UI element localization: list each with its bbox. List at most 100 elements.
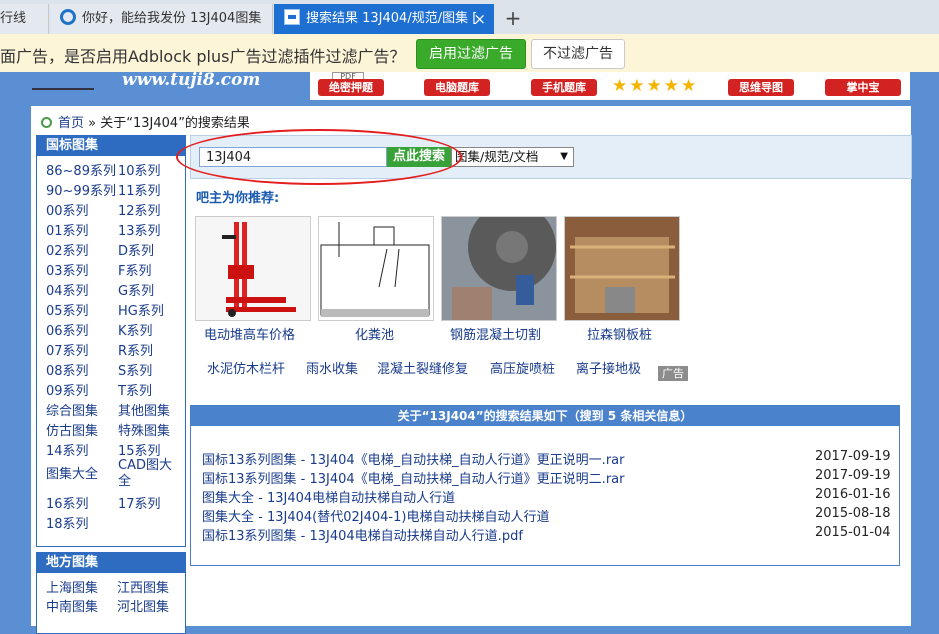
recommend-title: 吧主为你推荐: (196, 191, 280, 206)
browser-tab-bar: 行线 你好，能给我发份 13J404图集 搜索结果 13J404/规范/图集 [… (0, 0, 939, 35)
sidebar-item[interactable]: 16系列 (46, 497, 89, 513)
sidebar-item[interactable]: 图集大全 (46, 467, 98, 483)
sidebar-item[interactable]: 02系列 (46, 244, 89, 260)
sidebar-item[interactable]: 其他图集 (118, 404, 170, 420)
tab-1-label: 行线 (0, 11, 27, 26)
sidebar-item[interactable]: CAD图大全 (118, 458, 176, 490)
result-date: 2017-09-19 (815, 468, 891, 483)
site-url: www.tuji8.com (122, 70, 261, 90)
breadcrumb-home[interactable]: 首页 (58, 116, 84, 131)
skip-adblock-button[interactable]: 不过滤广告 (531, 39, 625, 69)
sidebar-item[interactable]: 18系列 (46, 517, 89, 533)
sidebar-item[interactable]: S系列 (118, 364, 152, 380)
sidebar-local-item[interactable]: 江西图集 (117, 581, 169, 597)
forklift-image-icon (222, 222, 296, 317)
sidebar-item[interactable]: 06系列 (46, 324, 89, 340)
thumb-concrete-cut[interactable] (441, 216, 557, 321)
sidebar-item[interactable]: 00系列 (46, 204, 89, 220)
sidebar-item[interactable]: 07系列 (46, 344, 89, 360)
sidebar-item[interactable]: 10系列 (118, 164, 161, 180)
sidebar-local-title: 地方图集 (37, 553, 185, 573)
category-select-value: 图集/规范/文档 (455, 149, 539, 164)
sidebar-local-item[interactable]: 中南图集 (46, 600, 98, 616)
site-favicon-icon (284, 8, 300, 25)
sidebar-item[interactable]: HG系列 (118, 304, 164, 320)
thumb-forklift[interactable] (195, 216, 311, 321)
result-title-link[interactable]: 国标13系列图集 - 13J404电梯自动扶梯自动人行道.pdf (202, 525, 523, 544)
new-tab-button[interactable]: + (500, 4, 526, 32)
recommend-link-2[interactable]: 雨水收集 (306, 358, 358, 377)
result-date: 2017-09-19 (815, 449, 891, 464)
category-select[interactable]: 图集/规范/文档 ▼ (451, 147, 574, 167)
banner-item-1[interactable]: 绝密押题 (318, 79, 384, 96)
breadcrumb-separator: » (88, 116, 97, 131)
tab-3-label: 搜索结果 13J404/规范/图集 [ (306, 11, 478, 26)
close-tab-icon[interactable]: × (473, 4, 486, 34)
ad-banner[interactable]: PDF 绝密押题 电脑题库 手机题库 ★★★★★ 思维导图 掌中宝 (310, 72, 910, 100)
banner-item-3[interactable]: 手机题库 (531, 79, 597, 96)
banner-item-4[interactable]: 思维导图 (728, 79, 794, 96)
breadcrumb-bullet-icon (41, 117, 52, 128)
sidebar-item[interactable]: 14系列 (46, 444, 89, 460)
sidebar-item[interactable]: 17系列 (118, 497, 161, 513)
result-title-link[interactable]: 国标13系列图集 - 13J404《电梯_自动扶梯_自动人行道》更正说明二.ra… (202, 468, 624, 487)
card-caption-4[interactable]: 拉森钢板桩 (587, 324, 652, 343)
sidebar-item[interactable]: T系列 (118, 384, 152, 400)
sidebar-item[interactable]: 04系列 (46, 284, 89, 300)
result-title-link[interactable]: 图集大全 - 13J404电梯自动扶梯自动人行道 (202, 487, 455, 506)
ie-icon (60, 8, 76, 25)
banner-item-2[interactable]: 电脑题库 (424, 79, 490, 96)
tab-1[interactable]: 行线 (0, 4, 49, 34)
sidebar-national-title: 国标图集 (37, 136, 185, 156)
tab-2-label: 你好，能给我发份 13J404图集 (82, 11, 262, 26)
sidebar-item[interactable]: 特殊图集 (118, 424, 170, 440)
tab-3-active[interactable]: 搜索结果 13J404/规范/图集 [× (274, 4, 494, 34)
breadcrumb: 首页 » 关于“13J404”的搜索结果 (41, 112, 250, 131)
thumb-sheet-pile[interactable] (564, 216, 680, 321)
ad-tag: 广告 (658, 366, 688, 381)
result-title-link[interactable]: 图集大全 - 13J404(替代02J404-1)电梯自动扶梯自动人行道 (202, 506, 549, 525)
sidebar-item[interactable]: 13系列 (118, 224, 161, 240)
recommend-link-5[interactable]: 离子接地极 (576, 358, 641, 377)
sidebar-item[interactable]: 90~99系列 (46, 184, 116, 200)
card-caption-1[interactable]: 电动堆高车价格 (204, 324, 295, 343)
adblock-notice-bar: 面广告，是否启用Adblock plus广告过滤插件过滤广告？ 启用过滤广告 不… (0, 34, 939, 73)
breadcrumb-current: 关于“13J404”的搜索结果 (100, 116, 250, 131)
card-caption-3[interactable]: 钢筋混凝土切割 (450, 324, 541, 343)
recommend-link-4[interactable]: 高压旋喷桩 (490, 358, 555, 377)
sidebar-item[interactable]: 仿古图集 (46, 424, 98, 440)
sidebar-item[interactable]: 综合图集 (46, 404, 98, 420)
sidebar-item[interactable]: R系列 (118, 344, 153, 360)
result-date: 2016-01-16 (815, 487, 891, 502)
sidebar-local-item[interactable]: 河北图集 (117, 600, 169, 616)
thumb-septic[interactable] (318, 216, 434, 321)
rating-stars: ★★★★★ (612, 76, 699, 96)
sidebar-item[interactable]: 09系列 (46, 384, 89, 400)
result-title-link[interactable]: 国标13系列图集 - 13J404《电梯_自动扶梯_自动人行道》更正说明一.ra… (202, 449, 624, 468)
chevron-down-icon: ▼ (560, 151, 568, 162)
sidebar-item[interactable]: 05系列 (46, 304, 89, 320)
sidebar-item[interactable]: 12系列 (118, 204, 161, 220)
banner-item-5[interactable]: 掌中宝 (825, 79, 901, 96)
site-logo-icon (32, 72, 94, 90)
sidebar-local: 地方图集 上海图集 江西图集中南图集 河北图集 (36, 552, 186, 634)
sidebar-item[interactable]: K系列 (118, 324, 153, 340)
sidebar-local-item[interactable]: 上海图集 (46, 581, 98, 597)
recommend-link-3[interactable]: 混凝土裂缝修复 (377, 358, 468, 377)
adblock-message: 面广告，是否启用Adblock plus广告过滤插件过滤广告？ (0, 47, 406, 66)
sidebar-item[interactable]: G系列 (118, 284, 154, 300)
sidebar-item[interactable]: 01系列 (46, 224, 89, 240)
sidebar-item[interactable]: 08系列 (46, 364, 89, 380)
sheet-pile-image-icon (565, 217, 679, 320)
card-caption-2[interactable]: 化粪池 (355, 324, 394, 343)
septic-diagram-icon (320, 222, 430, 317)
sidebar-item[interactable]: F系列 (118, 264, 151, 280)
tab-2[interactable]: 你好，能给我发份 13J404图集 (50, 4, 273, 34)
sidebar-item[interactable]: 03系列 (46, 264, 89, 280)
sidebar-item[interactable]: 11系列 (118, 184, 161, 200)
recommend-link-1[interactable]: 水泥仿木栏杆 (207, 358, 285, 377)
sidebar-item[interactable]: 86~89系列 (46, 164, 116, 180)
result-date: 2015-08-18 (815, 506, 891, 521)
sidebar-item[interactable]: D系列 (118, 244, 154, 260)
enable-adblock-button[interactable]: 启用过滤广告 (416, 39, 526, 69)
